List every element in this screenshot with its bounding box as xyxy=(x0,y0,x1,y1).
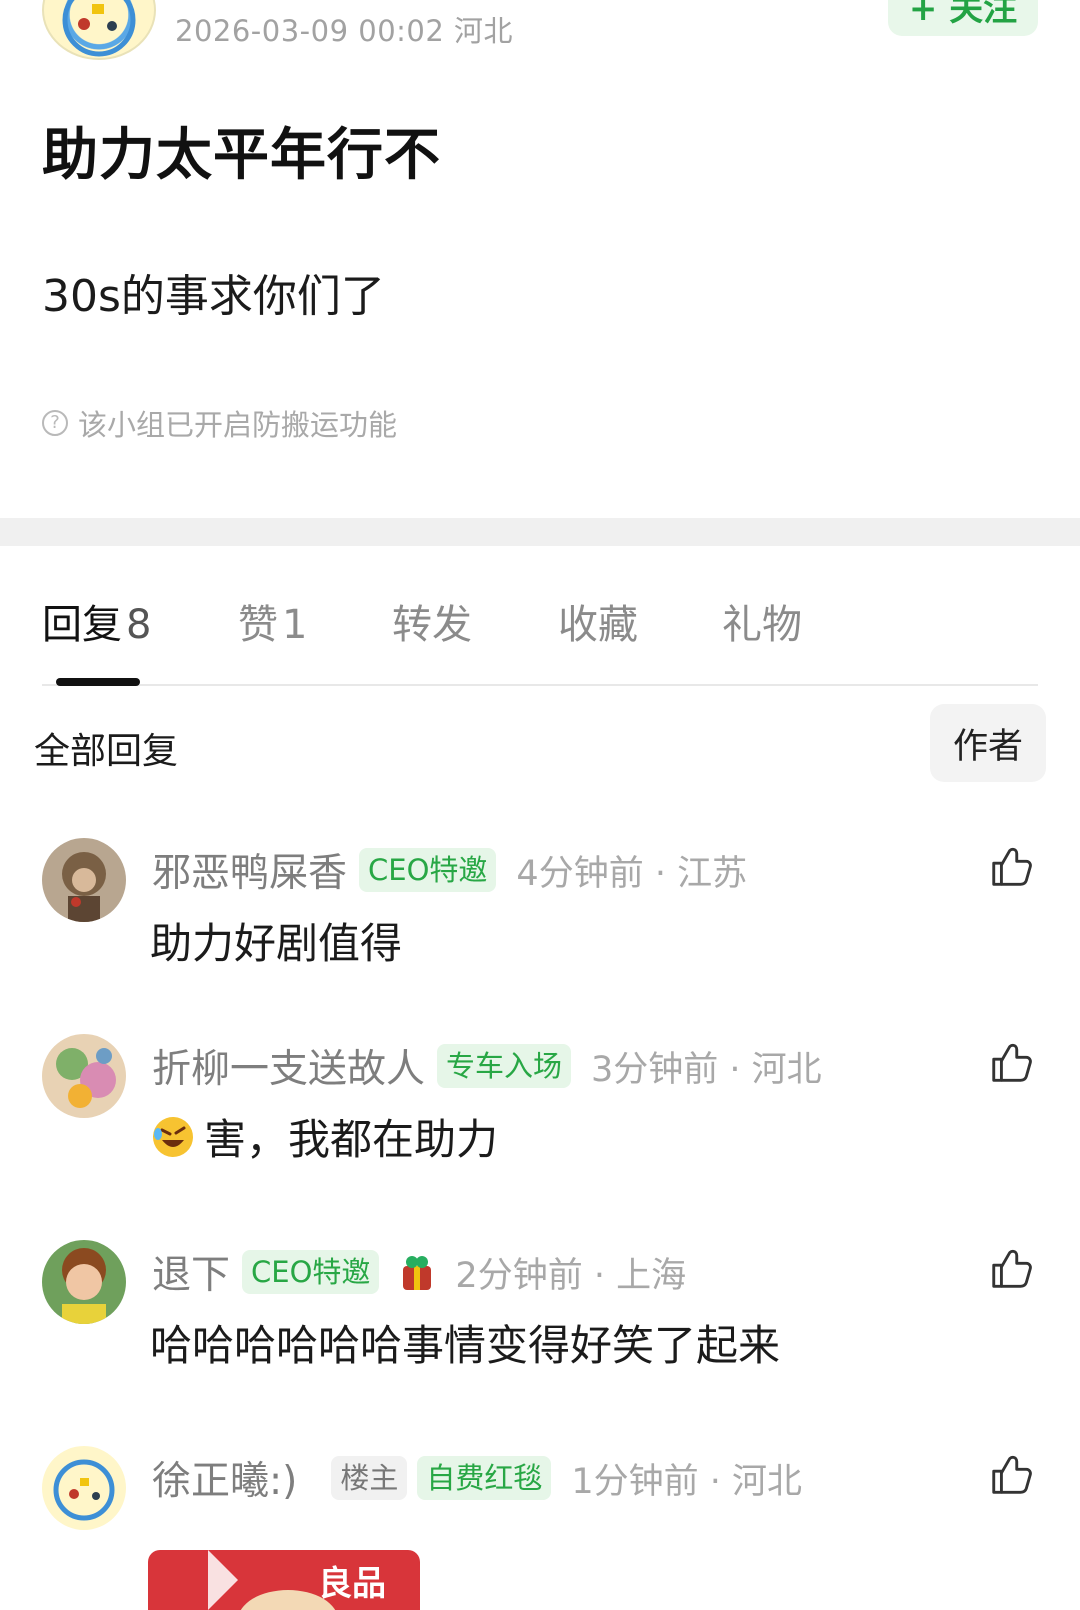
author-filter-button[interactable]: 作者 xyxy=(930,704,1046,782)
comment-time-location: 3分钟前 · 河北 xyxy=(591,1049,822,1090)
commenter-avatar[interactable] xyxy=(42,838,126,922)
comment-header: 退下 CEO特邀 2分钟前 · 上海 xyxy=(152,1244,686,1300)
commenter-avatar[interactable] xyxy=(42,1446,126,1530)
thumbs-up-icon[interactable] xyxy=(988,1452,1034,1498)
all-replies-label[interactable]: 全部回复 xyxy=(34,722,178,774)
tab-reposts[interactable]: 转发 xyxy=(392,592,472,650)
rofl-emoji-icon xyxy=(153,1116,193,1157)
question-icon: ? xyxy=(42,410,68,436)
comment-text: 害，我都在助力 xyxy=(150,1106,498,1167)
notice-text: 该小组已开启防搬运功能 xyxy=(78,408,398,442)
thumbs-up-icon[interactable] xyxy=(988,844,1034,890)
role-badge: CEO特邀 xyxy=(242,1250,380,1294)
gift-icon xyxy=(403,1256,432,1290)
comment-time-location: 2分钟前 · 上海 xyxy=(455,1255,687,1296)
comment-header: 折柳一支送故人 专车入场 3分钟前 · 河北 xyxy=(152,1038,822,1094)
comment-text: 哈哈哈哈哈哈事情变得好笑了起来 xyxy=(150,1321,781,1370)
tab-likes[interactable]: 赞1 xyxy=(238,592,307,650)
tab-gifts[interactable]: 礼物 xyxy=(722,592,802,650)
post-title: 助力太平年行不 xyxy=(42,123,441,188)
comment-header: 邪恶鸭屎香 CEO特邀 4分钟前 · 江苏 xyxy=(152,842,747,898)
role-badge: 自费红毯 xyxy=(417,1456,552,1500)
section-divider xyxy=(0,518,1080,546)
comment-image-preview[interactable]: 良品 xyxy=(148,1550,420,1610)
comment-time-location: 1分钟前 · 河北 xyxy=(571,1461,803,1502)
thumbs-up-icon[interactable] xyxy=(988,1040,1034,1086)
commenter-name[interactable]: 徐正曦:) xyxy=(152,1450,297,1506)
comment-text: 助力好剧值得 xyxy=(150,919,403,968)
commenter-name[interactable]: 折柳一支送故人 xyxy=(152,1038,425,1094)
active-tab-indicator xyxy=(56,678,140,686)
commenter-avatar[interactable] xyxy=(42,1034,126,1118)
author-avatar[interactable] xyxy=(42,0,156,60)
tab-favorites[interactable]: 收藏 xyxy=(558,592,638,650)
comment-header: 徐正曦:) 楼主 自费红毯 1分钟前 · 河北 xyxy=(152,1450,802,1506)
tabs-underline xyxy=(42,684,1038,686)
follow-button[interactable]: + 关注 xyxy=(888,0,1038,36)
op-badge: 楼主 xyxy=(331,1456,408,1500)
tab-replies[interactable]: 回复 8 xyxy=(42,592,151,650)
role-badge: CEO特邀 xyxy=(359,848,497,892)
role-badge: 专车入场 xyxy=(437,1044,572,1088)
commenter-avatar[interactable] xyxy=(42,1240,126,1324)
commenter-name[interactable]: 退下 xyxy=(152,1244,230,1300)
commenter-name[interactable]: 邪恶鸭屎香 xyxy=(152,842,347,898)
post-meta: 2026-03-09 00:02 河北 xyxy=(175,14,514,48)
image-text: 良品 xyxy=(318,1564,386,1604)
comment-time-location: 4分钟前 · 江苏 xyxy=(516,853,748,894)
thumbs-up-icon[interactable] xyxy=(988,1246,1034,1292)
anti-repost-notice[interactable]: ? 该小组已开启防搬运功能 xyxy=(42,402,397,444)
post-body: 30s的事求你们了 xyxy=(42,271,385,322)
